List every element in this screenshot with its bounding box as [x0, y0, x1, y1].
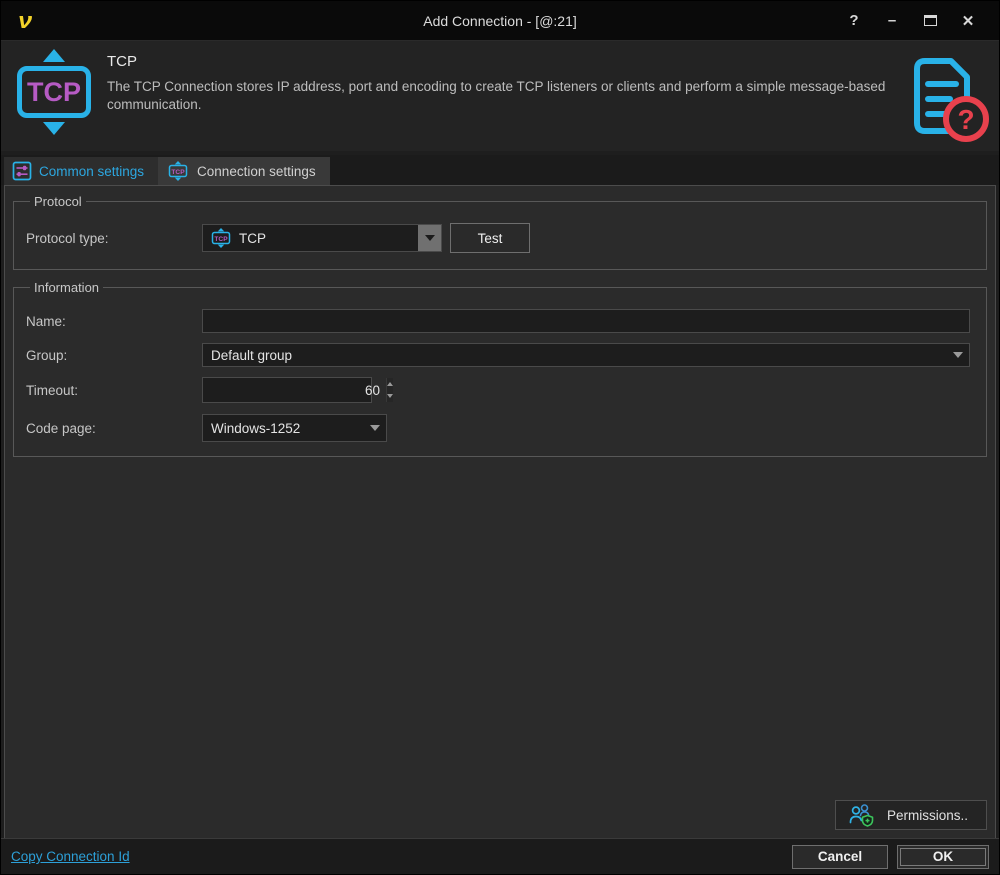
- down-arrow-icon: [387, 394, 393, 398]
- permissions-label: Permissions..: [887, 807, 969, 823]
- group-title: Information: [34, 280, 100, 295]
- tab-strip: Common settings TCP Connection settings: [1, 155, 999, 185]
- tab-connection-settings[interactable]: TCP Connection settings: [158, 157, 330, 185]
- minimize-button[interactable]: –: [875, 7, 909, 35]
- spinner-up-button[interactable]: [387, 378, 393, 390]
- close-button[interactable]: ✕: [951, 7, 985, 35]
- tcp-badge: TCP: [17, 66, 91, 118]
- protocol-group: Protocol Protocol type: TCP TCP Test: [13, 194, 987, 270]
- maximize-button[interactable]: [913, 7, 947, 35]
- codepage-label: Code page:: [26, 420, 96, 436]
- minimize-icon: –: [887, 12, 897, 29]
- permissions-button[interactable]: Permissions..: [835, 800, 987, 830]
- name-input[interactable]: [202, 309, 970, 333]
- dropdown-arrow-icon[interactable]: [363, 415, 386, 441]
- tab-label: Connection settings: [197, 163, 316, 179]
- svg-text:TCP: TCP: [171, 169, 185, 176]
- codepage-dropdown[interactable]: Windows-1252: [202, 414, 387, 442]
- group-dropdown[interactable]: Default group: [202, 343, 970, 367]
- tcp-mini-icon: TCP: [168, 161, 188, 181]
- tcp-mini-icon: TCP: [211, 228, 231, 248]
- timeout-input[interactable]: [203, 378, 386, 402]
- page-title: TCP: [107, 53, 137, 70]
- tab-label: Common settings: [39, 163, 145, 179]
- down-arrow-icon: [43, 122, 65, 135]
- bottom-bar: Copy Connection Id Cancel OK: [1, 838, 999, 874]
- header: TCP TCP The TCP Connection stores IP add…: [1, 41, 999, 151]
- timeout-label: Timeout:: [26, 382, 79, 398]
- information-group: Information Name: Group: Default group T…: [13, 280, 987, 457]
- content-panel: Protocol Protocol type: TCP TCP Test Inf…: [4, 185, 996, 838]
- help-button[interactable]: ?: [837, 7, 871, 35]
- svg-text:?: ?: [957, 104, 974, 135]
- protocol-type-row: Protocol type: TCP TCP Test: [26, 223, 978, 253]
- permissions-row: Permissions..: [11, 800, 989, 830]
- close-icon: ✕: [961, 12, 975, 30]
- protocol-type-value: TCP: [239, 230, 266, 246]
- copy-connection-id-link[interactable]: Copy Connection Id: [11, 849, 130, 864]
- group-label: Group:: [26, 347, 68, 363]
- window-controls: ? – ✕: [837, 7, 999, 35]
- protocol-type-label: Protocol type:: [26, 230, 109, 246]
- group-title: Protocol: [34, 194, 82, 209]
- svg-text:TCP: TCP: [214, 236, 228, 243]
- cancel-button[interactable]: Cancel: [792, 844, 888, 869]
- sliders-icon: [12, 161, 32, 181]
- help-document-icon: ?: [914, 58, 989, 142]
- help-icon: ?: [849, 12, 859, 29]
- tab-common-settings[interactable]: Common settings: [4, 157, 159, 185]
- name-row: Name:: [26, 309, 978, 333]
- group-value: Default group: [211, 347, 293, 363]
- people-shield-icon: [849, 803, 874, 827]
- app-logo-icon: ν: [18, 7, 33, 33]
- ok-button[interactable]: OK: [897, 844, 989, 869]
- test-button[interactable]: Test: [450, 223, 530, 253]
- protocol-type-dropdown[interactable]: TCP TCP: [202, 224, 442, 252]
- add-connection-dialog: ν Add Connection - [@:21] ? – ✕ TCP TCP …: [0, 0, 1000, 875]
- dropdown-arrow-icon[interactable]: [418, 225, 441, 251]
- dropdown-arrow-icon[interactable]: [946, 344, 969, 366]
- codepage-row: Code page: Windows-1252: [26, 414, 978, 442]
- timeout-field: [202, 377, 393, 403]
- spinner-down-button[interactable]: [387, 390, 393, 402]
- title-bar: ν Add Connection - [@:21] ? – ✕: [1, 1, 999, 41]
- up-arrow-icon: [43, 49, 65, 62]
- codepage-value: Windows-1252: [211, 420, 301, 436]
- maximize-icon: [923, 15, 937, 26]
- connection-description: The TCP Connection stores IP address, po…: [107, 79, 886, 113]
- header-text: TCP The TCP Connection stores IP address…: [107, 49, 905, 114]
- timeout-row: Timeout:: [26, 377, 978, 403]
- up-arrow-icon: [387, 382, 393, 386]
- tcp-connection-icon: TCP: [11, 49, 97, 135]
- group-row: Group: Default group: [26, 343, 978, 367]
- name-label: Name:: [26, 313, 66, 329]
- dialog-buttons: Cancel OK: [792, 844, 989, 869]
- timeout-spinner: [386, 378, 393, 402]
